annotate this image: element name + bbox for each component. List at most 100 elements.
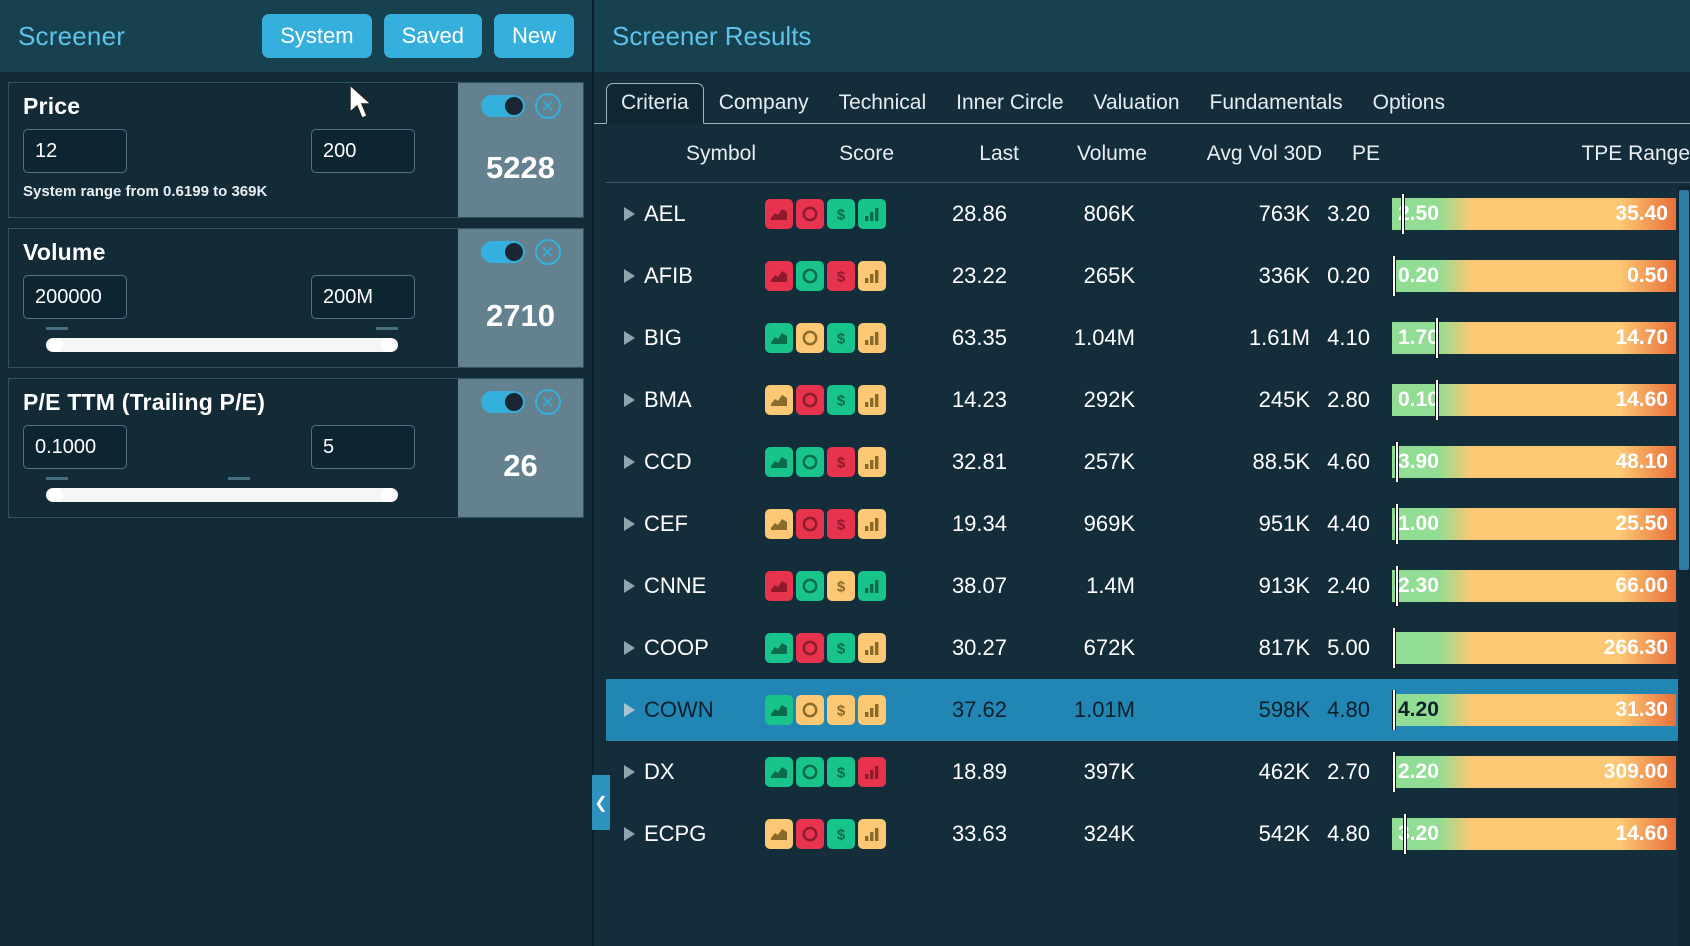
area-chart-icon[interactable]: [765, 447, 793, 477]
dollar-sign-icon[interactable]: $: [827, 385, 855, 415]
results-vertical-scrollbar[interactable]: [1678, 186, 1690, 946]
table-row[interactable]: CNNE$38.071.4M913K2.402.3066.00: [606, 555, 1690, 617]
bar-chart-icon[interactable]: [858, 695, 886, 725]
table-row[interactable]: AEL$28.86806K763K3.202.5035.40: [606, 183, 1690, 245]
volume-slider-knob-max[interactable]: [381, 338, 395, 352]
row-expand-caret-icon[interactable]: [624, 765, 635, 779]
donut-circle-icon[interactable]: [796, 447, 824, 477]
dollar-sign-icon[interactable]: $: [827, 261, 855, 291]
tab-inner-circle[interactable]: Inner Circle: [941, 83, 1078, 124]
cell-symbol[interactable]: ECPG: [606, 803, 756, 865]
col-header-tpe-range[interactable]: TPE Range: [1380, 124, 1690, 183]
cell-symbol[interactable]: COWN: [606, 679, 756, 741]
cell-symbol[interactable]: AFIB: [606, 245, 756, 307]
cell-symbol[interactable]: BMA: [606, 369, 756, 431]
donut-circle-icon[interactable]: [796, 385, 824, 415]
cell-symbol[interactable]: DX: [606, 741, 756, 803]
cell-symbol[interactable]: BIG: [606, 307, 756, 369]
table-row[interactable]: ECPG$33.63324K542K4.803.2014.60: [606, 803, 1690, 865]
tab-criteria[interactable]: Criteria: [606, 83, 704, 124]
donut-circle-icon[interactable]: [796, 633, 824, 663]
area-chart-icon[interactable]: [765, 757, 793, 787]
area-chart-icon[interactable]: [765, 323, 793, 353]
table-row[interactable]: COWN$37.621.01M598K4.804.2031.30: [606, 679, 1690, 741]
col-header-avg-vol-30d[interactable]: Avg Vol 30D: [1147, 124, 1322, 183]
volume-slider[interactable]: [23, 333, 398, 355]
table-row[interactable]: BIG$63.351.04M1.61M4.101.7014.70: [606, 307, 1690, 369]
row-expand-caret-icon[interactable]: [624, 207, 635, 221]
pe-slider-knob-max[interactable]: [381, 488, 395, 502]
row-expand-caret-icon[interactable]: [624, 641, 635, 655]
tab-technical[interactable]: Technical: [824, 83, 942, 124]
table-row[interactable]: AFIB$23.22265K336K0.200.200.50: [606, 245, 1690, 307]
scrollbar-thumb[interactable]: [1679, 190, 1689, 570]
dollar-sign-icon[interactable]: $: [827, 199, 855, 229]
price-max-input[interactable]: [311, 129, 415, 173]
pe-slider[interactable]: [23, 483, 398, 505]
saved-button[interactable]: Saved: [384, 14, 482, 58]
col-header-score[interactable]: Score: [756, 124, 894, 183]
volume-slider-track[interactable]: [46, 338, 398, 352]
bar-chart-icon[interactable]: [858, 509, 886, 539]
col-header-volume[interactable]: Volume: [1019, 124, 1147, 183]
volume-toggle[interactable]: [481, 241, 525, 263]
row-expand-caret-icon[interactable]: [624, 269, 635, 283]
table-row[interactable]: CCD$32.81257K88.5K4.603.9048.10: [606, 431, 1690, 493]
dollar-sign-icon[interactable]: $: [827, 757, 855, 787]
table-row[interactable]: BMA$14.23292K245K2.800.1014.60: [606, 369, 1690, 431]
col-header-pe[interactable]: PE: [1322, 124, 1380, 183]
bar-chart-icon[interactable]: [858, 261, 886, 291]
tab-company[interactable]: Company: [704, 83, 824, 124]
price-remove-icon[interactable]: ✕: [535, 93, 561, 119]
system-button[interactable]: System: [262, 14, 371, 58]
area-chart-icon[interactable]: [765, 199, 793, 229]
area-chart-icon[interactable]: [765, 261, 793, 291]
bar-chart-icon[interactable]: [858, 323, 886, 353]
table-row[interactable]: CEF$19.34969K951K4.401.0025.50: [606, 493, 1690, 555]
row-expand-caret-icon[interactable]: [624, 579, 635, 593]
pe-slider-track[interactable]: [46, 488, 398, 502]
area-chart-icon[interactable]: [765, 819, 793, 849]
row-expand-caret-icon[interactable]: [624, 827, 635, 841]
volume-min-input[interactable]: [23, 275, 127, 319]
pe-max-input[interactable]: [311, 425, 415, 469]
bar-chart-icon[interactable]: [858, 447, 886, 477]
pe-min-input[interactable]: [23, 425, 127, 469]
donut-circle-icon[interactable]: [796, 199, 824, 229]
bar-chart-icon[interactable]: [858, 633, 886, 663]
tab-valuation[interactable]: Valuation: [1079, 83, 1195, 124]
tab-fundamentals[interactable]: Fundamentals: [1195, 83, 1358, 124]
row-expand-caret-icon[interactable]: [624, 331, 635, 345]
volume-max-input[interactable]: [311, 275, 415, 319]
pe-remove-icon[interactable]: ✕: [535, 389, 561, 415]
col-header-last[interactable]: Last: [894, 124, 1019, 183]
tab-options[interactable]: Options: [1358, 83, 1460, 124]
dollar-sign-icon[interactable]: $: [827, 633, 855, 663]
donut-circle-icon[interactable]: [796, 757, 824, 787]
table-row[interactable]: COOP$30.27672K817K5.00266.30: [606, 617, 1690, 679]
volume-remove-icon[interactable]: ✕: [535, 239, 561, 265]
donut-circle-icon[interactable]: [796, 571, 824, 601]
area-chart-icon[interactable]: [765, 571, 793, 601]
area-chart-icon[interactable]: [765, 385, 793, 415]
cell-symbol[interactable]: CCD: [606, 431, 756, 493]
col-header-symbol[interactable]: Symbol: [606, 124, 756, 183]
area-chart-icon[interactable]: [765, 695, 793, 725]
row-expand-caret-icon[interactable]: [624, 393, 635, 407]
donut-circle-icon[interactable]: [796, 819, 824, 849]
bar-chart-icon[interactable]: [858, 385, 886, 415]
row-expand-caret-icon[interactable]: [624, 703, 635, 717]
panel-collapse-handle[interactable]: ❮: [592, 775, 610, 830]
bar-chart-icon[interactable]: [858, 199, 886, 229]
row-expand-caret-icon[interactable]: [624, 517, 635, 531]
row-expand-caret-icon[interactable]: [624, 455, 635, 469]
cell-symbol[interactable]: CEF: [606, 493, 756, 555]
cell-symbol[interactable]: COOP: [606, 617, 756, 679]
dollar-sign-icon[interactable]: $: [827, 447, 855, 477]
area-chart-icon[interactable]: [765, 509, 793, 539]
donut-circle-icon[interactable]: [796, 695, 824, 725]
bar-chart-icon[interactable]: [858, 571, 886, 601]
dollar-sign-icon[interactable]: $: [827, 819, 855, 849]
donut-circle-icon[interactable]: [796, 509, 824, 539]
cell-symbol[interactable]: AEL: [606, 183, 756, 245]
